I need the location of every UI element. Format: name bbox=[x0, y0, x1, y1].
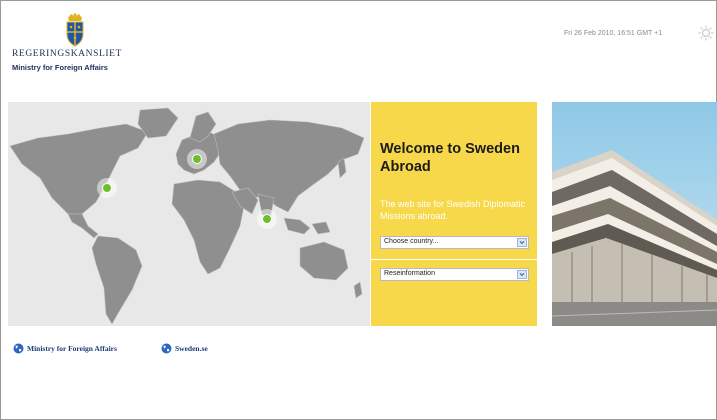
welcome-tagline: The web site for Swedish Diplomatic Miss… bbox=[380, 199, 526, 221]
chevron-down-icon[interactable] bbox=[517, 270, 527, 279]
mission-marker-stockholm[interactable] bbox=[187, 149, 207, 169]
embassy-building-photo bbox=[552, 102, 717, 326]
travel-info-select[interactable]: Reseinformation bbox=[380, 268, 529, 281]
sun-icon bbox=[698, 25, 714, 41]
travel-info-select-value: Reseinformation bbox=[384, 270, 435, 277]
country-select[interactable]: Choose country... bbox=[380, 236, 529, 249]
globe-icon bbox=[13, 343, 24, 354]
royal-crest-icon bbox=[66, 13, 84, 47]
chevron-down-icon[interactable] bbox=[517, 238, 527, 247]
globe-icon bbox=[161, 343, 172, 354]
mission-marker-washington[interactable] bbox=[97, 178, 117, 198]
welcome-title: Welcome to Sweden Abroad bbox=[380, 141, 520, 175]
mission-marker-bangkok[interactable] bbox=[257, 209, 277, 229]
country-select-value: Choose country... bbox=[384, 238, 439, 245]
world-map-graphic bbox=[9, 107, 365, 325]
world-map[interactable] bbox=[8, 102, 370, 326]
divider bbox=[371, 259, 537, 260]
brand-subtitle: Ministry for Foreign Affairs bbox=[12, 63, 108, 72]
brand-name: REGERINGSKANSLIET bbox=[12, 49, 122, 59]
ministry-link-label: Ministry for Foreign Affairs bbox=[27, 344, 117, 353]
logo[interactable]: REGERINGSKANSLIET Ministry for Foreign A… bbox=[12, 12, 142, 78]
date-time: Fri 26 Feb 2010, 16:51 GMT +1 bbox=[564, 30, 663, 37]
welcome-panel: Welcome to Sweden Abroad The web site fo… bbox=[371, 102, 537, 326]
sweden-se-link-label: Sweden.se bbox=[175, 344, 208, 353]
